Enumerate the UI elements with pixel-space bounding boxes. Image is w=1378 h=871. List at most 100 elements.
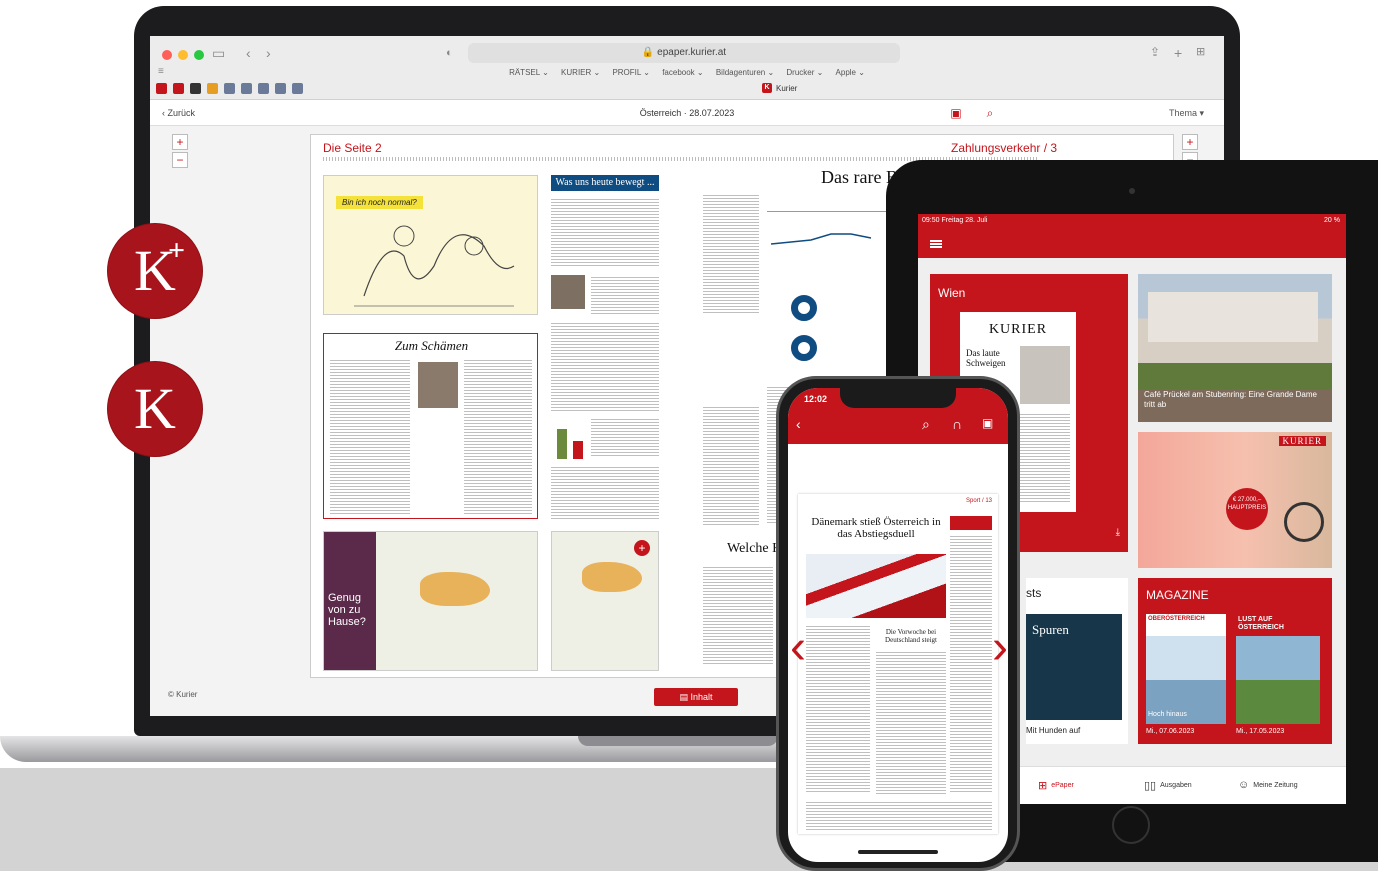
tablet-home-button[interactable] xyxy=(1112,806,1150,844)
zoom-in-button[interactable]: + xyxy=(172,134,188,150)
zoom-in-button-right[interactable]: + xyxy=(1182,134,1198,150)
search-icon[interactable]: ⌕ xyxy=(922,416,930,433)
copyright-text: © Kurier xyxy=(168,690,198,699)
topic-dropdown[interactable]: Thema ▾ xyxy=(1169,108,1204,119)
weather-map[interactable]: + xyxy=(551,531,659,671)
favicon-chart[interactable] xyxy=(207,83,218,94)
podcast-cover[interactable]: Spuren xyxy=(1026,614,1122,720)
cafe-photo[interactable]: Café Prückel am Stubenring: Eine Grande … xyxy=(1138,274,1332,422)
address-bar[interactable]: 🔒 epaper.kurier.at xyxy=(468,43,900,63)
bookmark-facebook[interactable]: facebook ⌄ xyxy=(662,68,703,77)
new-tab-icon[interactable]: + xyxy=(1174,45,1182,61)
magazine-date: Mi., 17.05.2023 xyxy=(1236,728,1285,735)
next-page-arrow-icon[interactable]: › xyxy=(992,608,1008,688)
article-text xyxy=(551,197,659,267)
article-text xyxy=(551,321,659,411)
favicon-k[interactable] xyxy=(173,83,184,94)
article-text xyxy=(876,650,946,794)
bookmark-raetsel[interactable]: RÄTSEL ⌄ xyxy=(509,68,549,77)
search-icon[interactable]: ⌕ xyxy=(982,105,998,121)
promo-line: Genug xyxy=(328,592,362,604)
right-bottom-headline: Welche K xyxy=(727,541,783,556)
bookmark-profil[interactable]: PROFIL ⌄ xyxy=(612,68,650,77)
lottery-ad[interactable]: KURIER € 27.000,– HAUPTPREIS xyxy=(1138,432,1332,568)
magazine-date: Mi., 07.06.2023 xyxy=(1146,728,1195,735)
left-page-title: Die Seite 2 xyxy=(323,141,382,155)
map-section[interactable]: Genug von zu Hause? xyxy=(323,531,538,671)
tab-ausgaben[interactable]: ▯▯ Ausgaben xyxy=(1144,779,1192,792)
magazine-cover-title: LUST AUF ÖSTERREICH xyxy=(1238,616,1284,631)
favicon-site-2[interactable] xyxy=(241,83,252,94)
article-text xyxy=(806,800,992,830)
image-icon[interactable]: ▣ xyxy=(982,416,993,430)
sidebar-toggle-icon[interactable]: ▭ xyxy=(212,45,225,62)
bicycle-wheel xyxy=(1284,502,1324,542)
favicon-facebook[interactable] xyxy=(258,83,269,94)
article-text xyxy=(950,534,992,794)
share-icon[interactable]: ⇪ xyxy=(1150,45,1160,59)
person-icon: ☺ xyxy=(1238,779,1250,791)
kurier-favicon-icon: K xyxy=(762,83,772,93)
favicon-kurier[interactable] xyxy=(156,83,167,94)
phone-newspaper-page[interactable]: Sport / 13 Dänemark stieß Österreich in … xyxy=(798,494,998,834)
building-facade xyxy=(1148,292,1318,342)
back-arrow-icon[interactable]: ‹ xyxy=(796,416,801,432)
epaper-app-bar: ‹ Zurück Österreich · 28.07.2023 ▣ ⌕ The… xyxy=(150,100,1224,126)
commentary-box[interactable]: Zum Schämen xyxy=(323,333,538,519)
hamburger-menu-icon[interactable] xyxy=(930,240,942,248)
bookmark-kurier[interactable]: KURIER ⌄ xyxy=(561,68,600,77)
magazine-cover-1[interactable]: OBERÖSTERREICH Hoch hinaus xyxy=(1146,614,1226,724)
favicon-site-1[interactable] xyxy=(224,83,235,94)
podcast-tile[interactable]: sts Spuren Mit Hunden auf xyxy=(1026,578,1128,744)
chart-bar xyxy=(557,429,567,459)
back-arrow-icon[interactable]: ‹ xyxy=(246,45,251,61)
plus-sign: + xyxy=(168,234,186,267)
magazine-cover-title: OBERÖSTERREICH xyxy=(1148,616,1205,622)
browser-tab[interactable]: K Kurier xyxy=(762,83,797,93)
maximize-window-button[interactable] xyxy=(194,50,204,60)
price-amount: € 27.000,– xyxy=(1232,497,1262,503)
podcast-title: Spuren xyxy=(1032,622,1069,637)
minimize-window-button[interactable] xyxy=(178,50,188,60)
cartoon-panel[interactable]: Bin ich noch normal? xyxy=(323,175,538,315)
cafe-caption: Café Prückel am Stubenring: Eine Grande … xyxy=(1144,390,1317,409)
promo-line: von zu xyxy=(328,604,361,616)
forward-arrow-icon[interactable]: › xyxy=(266,45,271,61)
austria-map xyxy=(582,562,642,592)
tab-meine-zeitung[interactable]: ☺ Meine Zeitung xyxy=(1238,779,1298,791)
promo-panel[interactable]: Genug von zu Hause? xyxy=(324,532,376,670)
app-header xyxy=(918,228,1346,258)
article-headline: Dänemark stieß Österreich in das Abstieg… xyxy=(811,516,941,540)
article-text xyxy=(703,405,759,525)
favicon-site-3[interactable] xyxy=(275,83,286,94)
article-text xyxy=(551,465,659,519)
favicon-site-4[interactable] xyxy=(292,83,303,94)
magazine-cover-2[interactable]: LUST AUF ÖSTERREICH xyxy=(1236,614,1320,724)
bookmark-bildagenturen[interactable]: Bildagenturen ⌄ xyxy=(716,68,774,77)
bookmark-drucker[interactable]: Drucker ⌄ xyxy=(786,68,823,77)
download-icon[interactable]: ⤓ xyxy=(1116,527,1120,538)
article-text xyxy=(806,624,870,794)
gallery-icon[interactable]: ▣ xyxy=(948,105,964,121)
magazine-tile[interactable]: MAGAZINE OBERÖSTERREICH Hoch hinaus Mi.,… xyxy=(1138,578,1332,744)
article-text xyxy=(703,193,759,313)
article-text xyxy=(591,417,659,457)
podcast-label: sts xyxy=(1026,586,1042,600)
bookmark-apple[interactable]: Apple ⌄ xyxy=(836,68,865,77)
tab-overview-icon[interactable]: ⊞ xyxy=(1196,45,1205,58)
wien-headline: Das laute Schweigen xyxy=(966,348,1006,368)
favicon-app[interactable] xyxy=(190,83,201,94)
grid-icon: ⊞ xyxy=(1038,780,1048,792)
tab-epaper[interactable]: ⊞ ePaper xyxy=(1038,779,1074,792)
phone-screen: 12:02 ‹ ⌕ ∩ ▣ Sport / 13 Dänemark stieß … xyxy=(788,388,1008,862)
zoom-out-button[interactable]: − xyxy=(172,152,188,168)
contents-button[interactable]: ▤ Inhalt xyxy=(654,688,738,706)
headphones-icon[interactable]: ∩ xyxy=(952,416,962,432)
privacy-shield-icon[interactable]: ◐ xyxy=(446,47,453,59)
podcast-caption: Mit Hunden auf xyxy=(1026,726,1081,735)
previous-page-arrow-icon[interactable]: ‹ xyxy=(790,608,806,688)
article-text xyxy=(703,565,773,665)
home-indicator[interactable] xyxy=(858,850,938,854)
add-icon[interactable]: + xyxy=(634,540,650,556)
close-window-button[interactable] xyxy=(162,50,172,60)
